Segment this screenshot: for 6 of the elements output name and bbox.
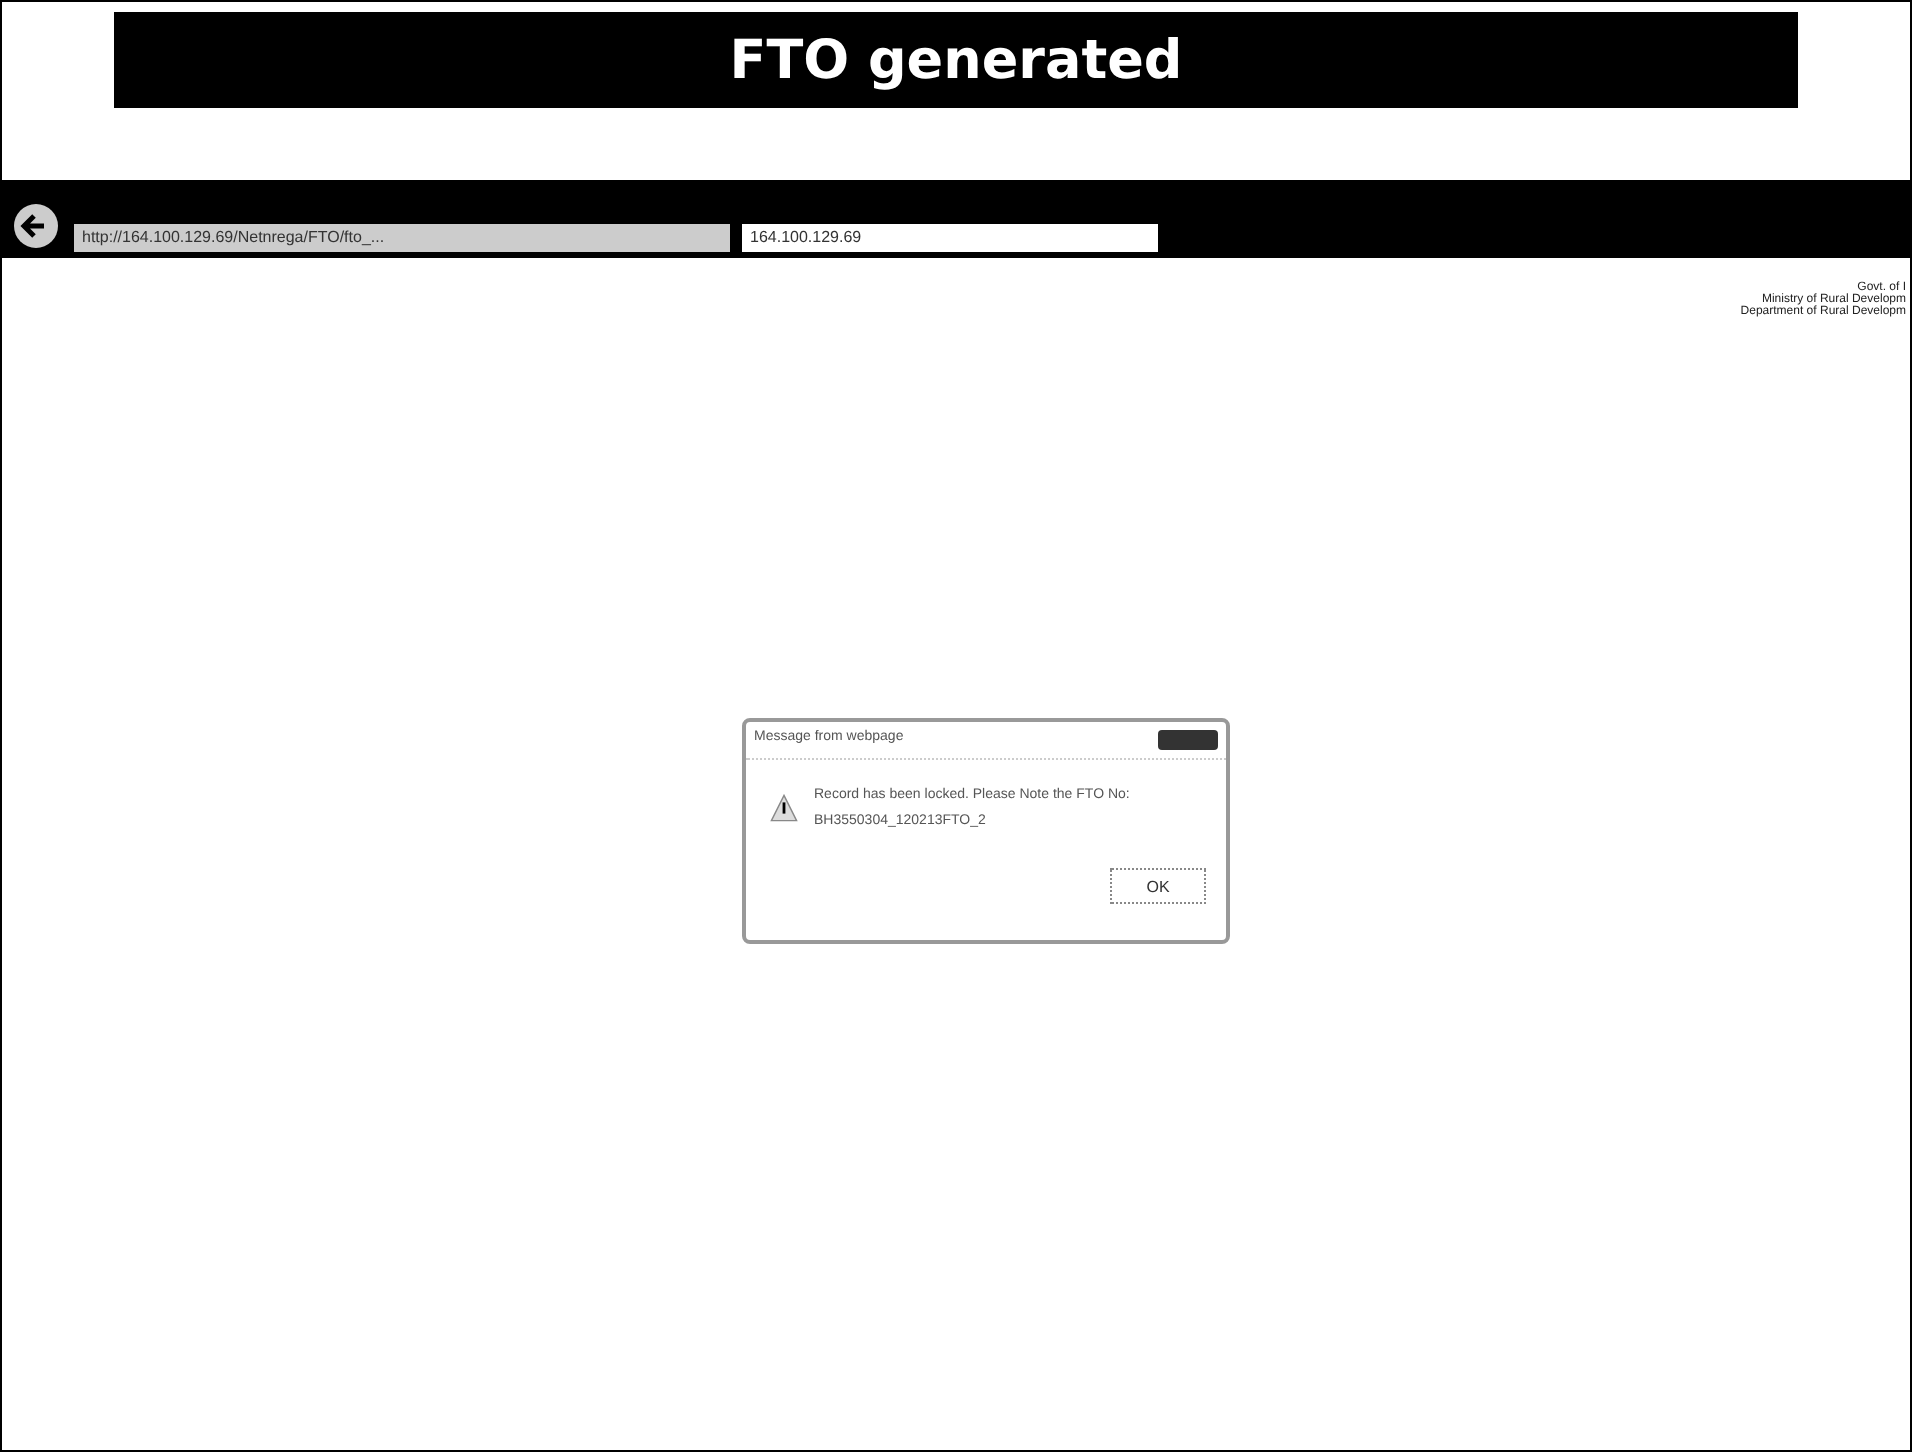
back-icon[interactable] [10, 200, 62, 252]
slide-title: FTO generated [114, 12, 1798, 108]
address-field[interactable]: http://164.100.129.69/Netnrega/FTO/fto_... [74, 224, 730, 252]
ok-button[interactable]: OK [1110, 868, 1206, 904]
warning-icon [770, 794, 798, 822]
browser-tab[interactable]: 164.100.129.69 [742, 224, 1158, 252]
